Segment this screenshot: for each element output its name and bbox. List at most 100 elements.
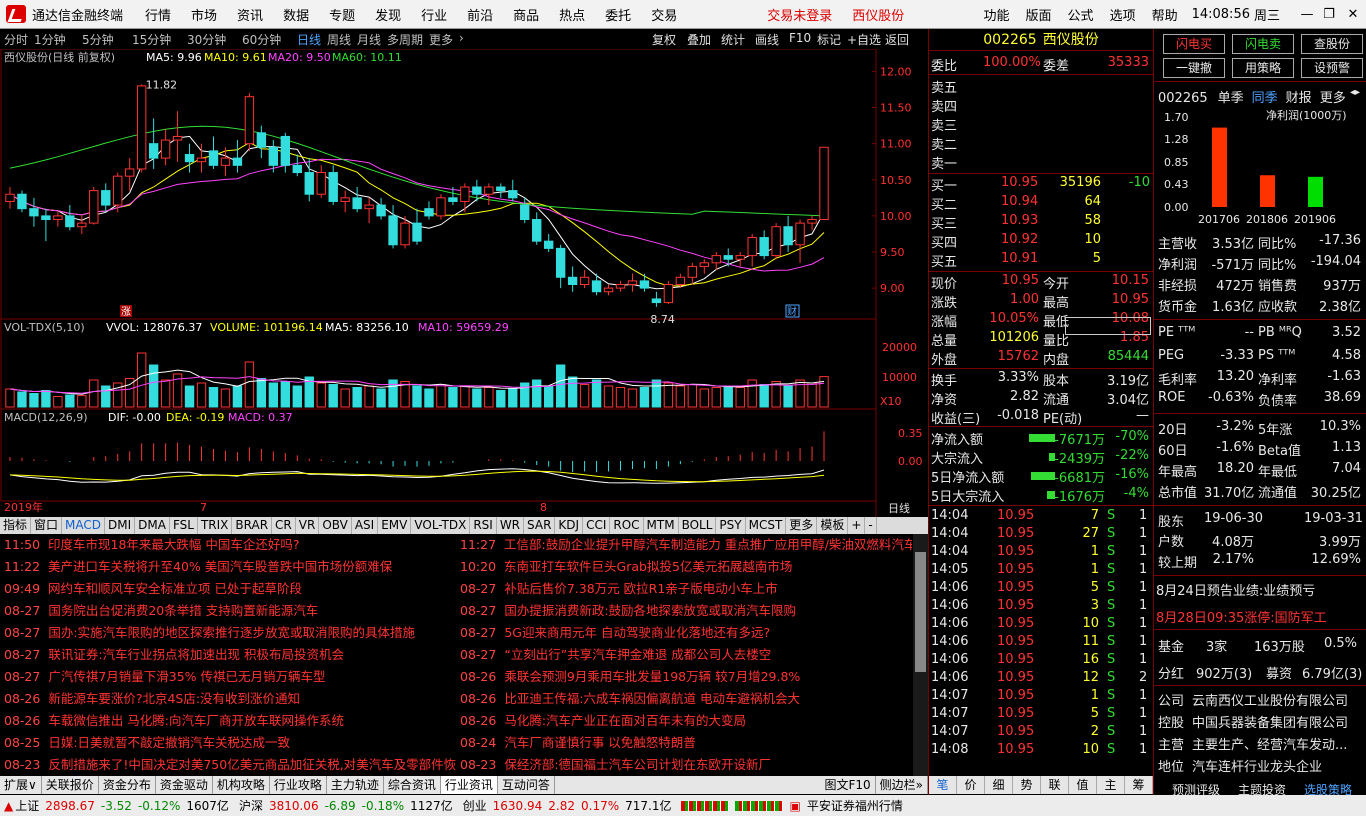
indicator-tab[interactable]: OBV — [319, 517, 352, 534]
alert-icon[interactable]: ▣ — [789, 799, 800, 813]
period-7[interactable]: 周线 — [327, 31, 351, 48]
quote-tab[interactable]: 价 — [957, 776, 985, 794]
index-sh[interactable]: 上证 — [15, 797, 39, 814]
quote-tab[interactable]: 筹 — [1125, 776, 1153, 794]
news-item[interactable]: 08-23 保经济部:德国福士汽车公司计划在东欧开设新厂 — [460, 754, 912, 776]
news-scrollbar[interactable] — [913, 534, 928, 777]
period-5[interactable]: 60分钟 — [242, 31, 281, 48]
bottom-tab[interactable]: 机构攻略 — [213, 776, 270, 794]
fin-tab[interactable]: 单季 — [1218, 91, 1244, 106]
news-item[interactable]: 08-23 反制措施来了!中国决定对美750亿美元商品加征关税,对美汽车及零部件恢… — [4, 754, 456, 776]
index-cy[interactable]: 创业 — [463, 797, 487, 814]
news-item[interactable]: 08-26 比亚迪王传福:六成车祸因偏离航道 电动车避祸机会大 — [460, 688, 912, 710]
current-stock-link[interactable]: 西仪股份 — [842, 5, 914, 24]
news-item[interactable]: 08-27 广汽传祺7月销量下滑35% 传祺已无月销万辆车型 — [4, 666, 456, 688]
menu-item[interactable]: 帮助 — [1144, 5, 1186, 24]
window-restore-icon[interactable]: ❐ — [1318, 7, 1340, 22]
window-min-icon[interactable]: — — [1296, 7, 1318, 22]
news-item[interactable]: 08-26 车载微信推出 马化腾:向汽车厂商开放车联网操作系统 — [4, 710, 456, 732]
indicator-tab[interactable]: PSY — [716, 517, 746, 534]
period-10[interactable]: 更多 — [429, 31, 453, 48]
fin-bottom-link[interactable]: 选股策略 — [1304, 781, 1352, 795]
bottom-tab-right[interactable]: 图文F10 — [820, 776, 876, 794]
indicator-tab[interactable]: TRIX — [198, 517, 233, 534]
toolbar-btn-5[interactable]: 标记 — [817, 31, 841, 48]
bottom-tab[interactable]: 扩展∨ — [0, 776, 42, 794]
fin-bottom-link[interactable]: 主题投资 — [1238, 781, 1286, 795]
bottom-tab-right[interactable]: 侧边栏» — [876, 776, 928, 794]
indicator-tab[interactable]: BRAR — [232, 517, 273, 534]
menu-item[interactable]: 市场 — [181, 5, 227, 24]
action-button[interactable]: 用策略 — [1232, 58, 1294, 78]
menu-item[interactable]: 行业 — [411, 5, 457, 24]
bottom-tab[interactable]: 关联报价 — [42, 776, 99, 794]
toolbar-btn-4[interactable]: F10 — [789, 31, 811, 45]
indicator-tab[interactable]: RSI — [470, 517, 497, 534]
news-item[interactable]: 08-27 联讯证券:汽车行业拐点将加速出现 积极布局投资机会 — [4, 644, 456, 666]
period-9[interactable]: 多周期 — [387, 31, 423, 48]
menu-item[interactable]: 热点 — [549, 5, 595, 24]
quote-tab[interactable]: 联 — [1041, 776, 1069, 794]
news-item[interactable]: 08-27 国务院出台促消费20条举措 支持购置新能源汽车 — [4, 600, 456, 622]
news-item[interactable]: 08-27 补贴后售价7.38万元 欧拉R1亲子版电动小车上市 — [460, 578, 912, 600]
indicator-tab[interactable]: MCST — [746, 517, 787, 534]
toolbar-btn-1[interactable]: 叠加 — [687, 31, 711, 48]
action-button[interactable]: 一键撤 — [1163, 58, 1225, 78]
menu-item[interactable]: 版面 — [1018, 5, 1060, 24]
bottom-tab[interactable]: 资金分布 — [99, 776, 156, 794]
bottom-tab[interactable]: 综合资讯 — [384, 776, 441, 794]
news-item[interactable]: 08-26 新能源车要涨价?北京4S店:没有收到涨价通知 — [4, 688, 456, 710]
fin-tab[interactable]: 更多 — [1320, 91, 1346, 106]
news-item[interactable]: 08-26 马化腾:汽车产业正在面对百年未有的大变局 — [460, 710, 912, 732]
notice-limitup[interactable]: 8月28日09:35涨停:国防军工 — [1156, 607, 1327, 626]
news-item[interactable]: 08-25 日媒:日美就暂不敲定撤销汽车关税达成一致 — [4, 732, 456, 754]
indicator-tab[interactable]: 窗口 — [31, 517, 63, 534]
bottom-tab[interactable]: 行业攻略 — [270, 776, 327, 794]
news-item[interactable]: 08-27 “立刻出行”共享汽车押金难退 成都公司人去楼空 — [460, 644, 912, 666]
indicator-tab[interactable]: SAR — [524, 517, 556, 534]
indicator-tab[interactable]: + — [848, 517, 866, 534]
news-item[interactable]: 11:27 工信部:鼓励企业提升甲醇汽车制造能力 重点推广应用甲醇/柴油双燃料汽车 — [460, 534, 912, 556]
menu-item[interactable]: 公式 — [1060, 5, 1102, 24]
period-6[interactable]: 日线 — [297, 31, 321, 48]
news-item[interactable]: 08-26 乘联会预测9月乘用车批发量198万辆 较7月增29.8% — [460, 666, 912, 688]
menu-item[interactable]: 交易 — [641, 5, 687, 24]
period-4[interactable]: 30分钟 — [187, 31, 226, 48]
chevron-right-icon[interactable]: › — [459, 31, 464, 45]
indicator-tab[interactable]: 指标 — [0, 517, 32, 534]
menu-item[interactable]: 资讯 — [227, 5, 273, 24]
quote-tab[interactable]: 主 — [1097, 776, 1125, 794]
menu-item[interactable]: 委托 — [595, 5, 641, 24]
indicator-tab[interactable]: 更多 — [786, 517, 818, 534]
period-3[interactable]: 15分钟 — [132, 31, 171, 48]
notice-forecast[interactable]: 8月24日预告业绩:业绩预亏 — [1156, 580, 1315, 599]
bottom-tab[interactable]: 互动问答 — [498, 776, 555, 794]
news-item[interactable]: 08-27 国办:实施汽车限购的地区探索推行逐步放宽或取消限购的具体措施 — [4, 622, 456, 644]
index-sz[interactable]: 沪深 — [239, 797, 263, 814]
period-0[interactable]: 分时 — [4, 31, 28, 48]
menu-item[interactable]: 发现 — [365, 5, 411, 24]
action-button[interactable]: 闪电卖 — [1232, 34, 1294, 54]
fin-tab[interactable]: 同季 — [1252, 91, 1278, 106]
indicator-tab[interactable]: DMA — [135, 517, 170, 534]
news-item[interactable]: 11:22 美产进口车关税将升至40% 美国汽车股普跌中国市场份额难保 — [4, 556, 456, 578]
indicator-tab[interactable]: MTM — [644, 517, 679, 534]
quote-tab[interactable]: 笔 — [929, 776, 957, 794]
bottom-tab[interactable]: 资金驱动 — [156, 776, 213, 794]
indicator-tab[interactable]: 模板 — [817, 517, 849, 534]
period-8[interactable]: 月线 — [357, 31, 381, 48]
window-close-icon[interactable]: ✕ — [1340, 7, 1366, 22]
action-button[interactable]: 设预警 — [1301, 58, 1363, 78]
action-button[interactable]: 闪电买 — [1163, 34, 1225, 54]
menu-item[interactable]: 行情 — [135, 5, 181, 24]
scroll-arrows-icon[interactable]: ◂▸ — [1350, 87, 1360, 98]
quote-tab[interactable]: 势 — [1013, 776, 1041, 794]
indicator-tab[interactable]: BOLL — [679, 517, 717, 534]
news-item[interactable]: 11:50 印度车市现18年来最大跌幅 中国车企还好吗? — [4, 534, 456, 556]
indicator-tab[interactable]: WR — [497, 517, 525, 534]
fin-tab[interactable]: 财报 — [1286, 91, 1312, 106]
menu-item[interactable]: 前沿 — [457, 5, 503, 24]
menu-item[interactable]: 专题 — [319, 5, 365, 24]
indicator-tab[interactable]: KDJ — [555, 517, 584, 534]
menu-item[interactable]: 商品 — [503, 5, 549, 24]
